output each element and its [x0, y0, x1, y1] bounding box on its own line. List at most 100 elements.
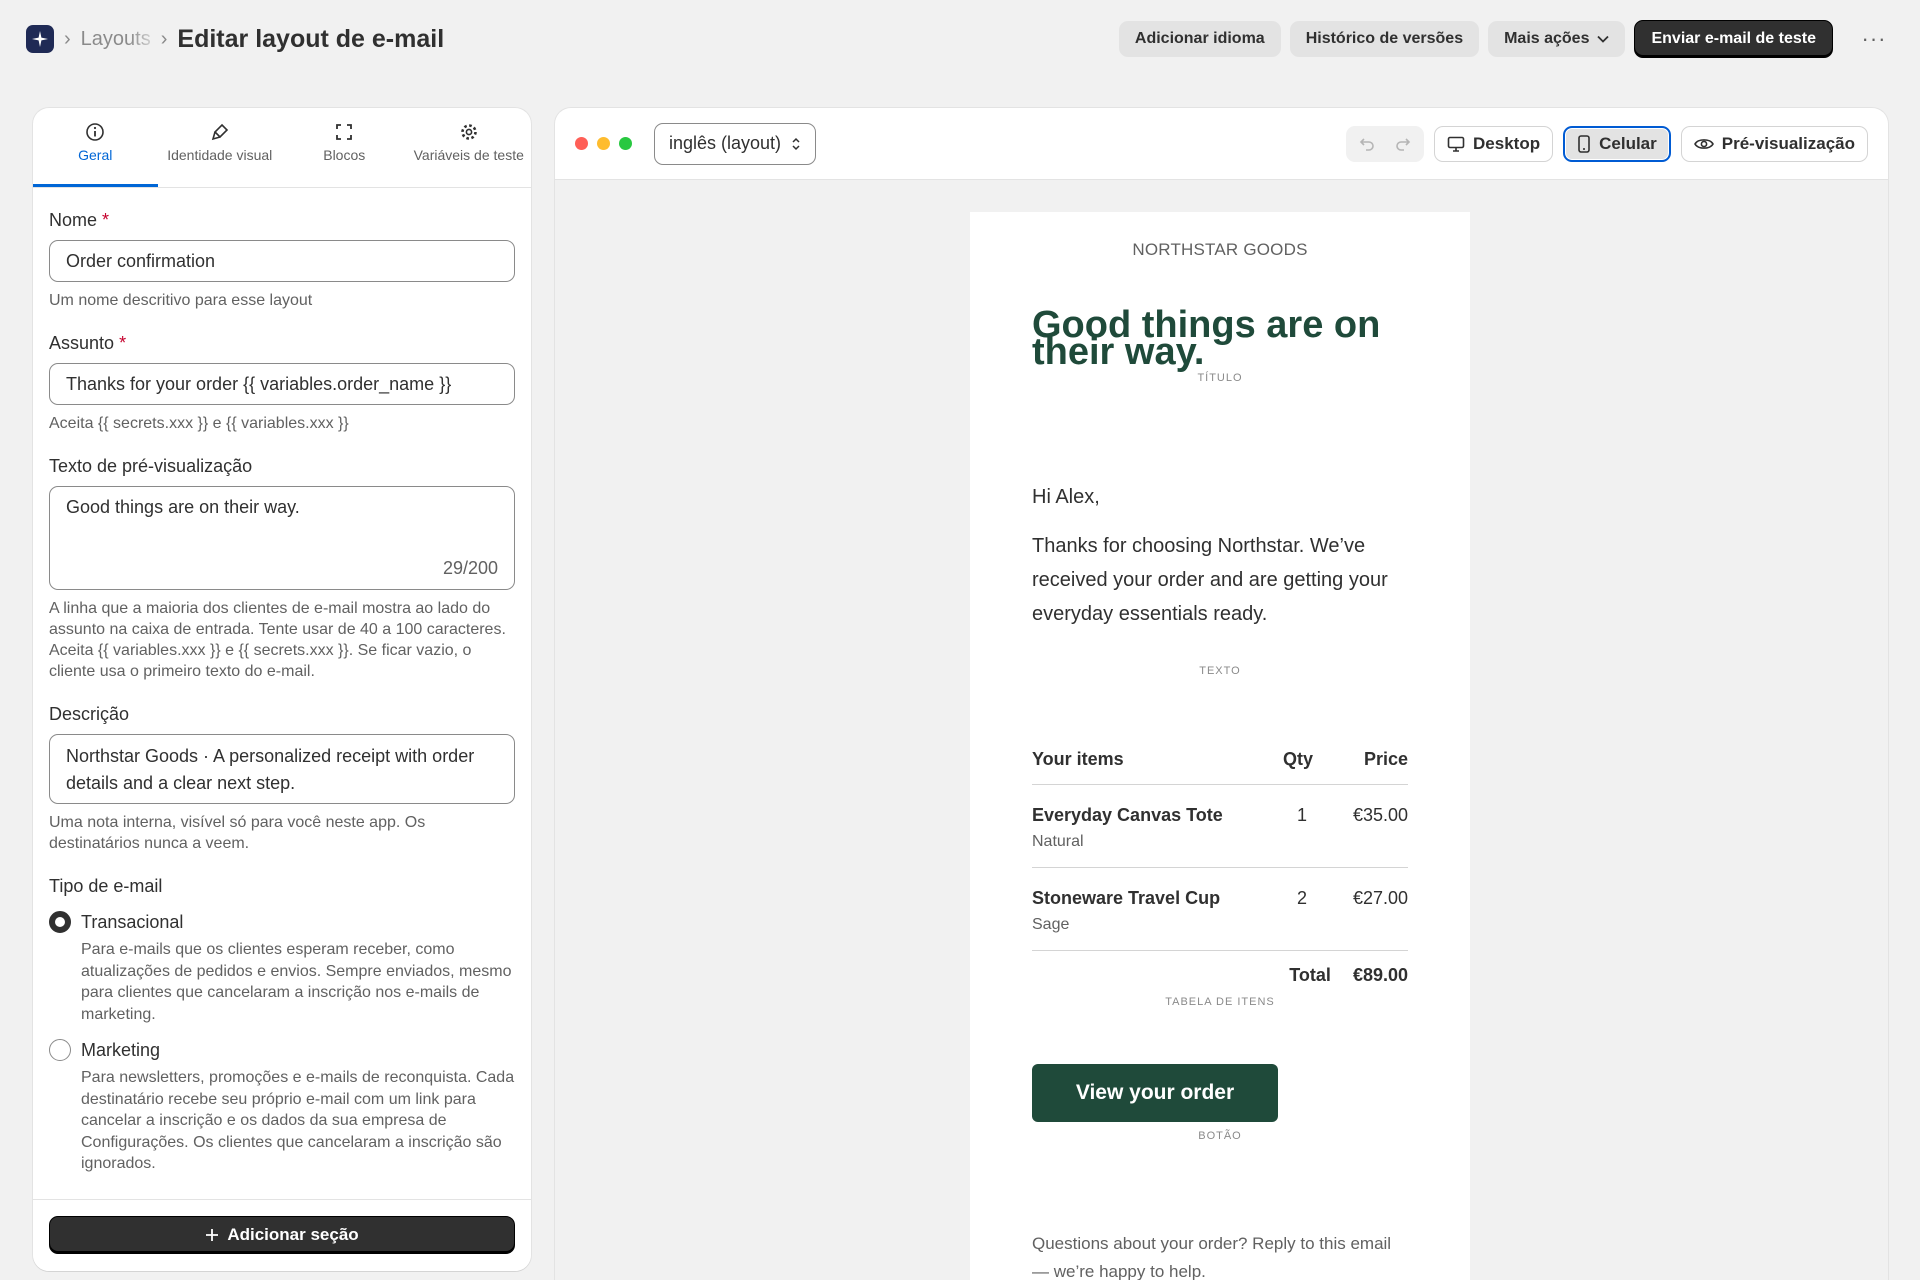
block-tag-text: TEXTO	[1199, 665, 1241, 677]
table-row: Everyday Canvas Tote Natural 1 €35.00	[1032, 785, 1408, 868]
view-controls: Desktop Celular Pré-visualização	[1346, 125, 1868, 162]
tab-general[interactable]: Geral	[33, 108, 158, 187]
item-cell: Stoneware Travel Cup Sage	[1032, 888, 1253, 934]
plus-icon	[206, 1229, 219, 1241]
subject-input[interactable]: Thanks for your order {{ variables.order…	[49, 363, 515, 405]
add-section-label: Adicionar seção	[227, 1225, 359, 1244]
settings-tabs: Geral Identidade visual Blocos Variáveis…	[33, 108, 531, 188]
preview-toolbar: inglês (layout) Desktop Celular Pré-visu…	[555, 108, 1888, 180]
radio-transactional[interactable]: Transacional	[49, 911, 515, 933]
item-price: €27.00	[1352, 888, 1408, 908]
app-logo[interactable]	[26, 25, 54, 53]
view-order-button[interactable]: View your order	[1032, 1064, 1278, 1122]
preview-text-label: Texto de pré-visualização	[49, 456, 253, 476]
email-brand[interactable]: NORTHSTAR GOODS	[970, 240, 1470, 260]
tab-label: Blocos	[323, 147, 366, 163]
radio-label: Marketing	[81, 1039, 161, 1060]
add-language-button[interactable]: Adicionar idioma	[1118, 21, 1281, 57]
desktop-label: Desktop	[1473, 133, 1541, 153]
preview-text-value: Good things are on their way.	[66, 497, 300, 517]
radio-button-selected[interactable]	[49, 911, 71, 933]
subject-label: Assunto *	[49, 333, 127, 353]
panel-footer: Adicionar seção	[33, 1199, 531, 1271]
required-marker: *	[119, 333, 127, 353]
chevron-right-icon: ›	[64, 27, 71, 50]
gear-icon	[460, 124, 477, 140]
tab-label: Identidade visual	[167, 147, 273, 163]
header-qty: Qty	[1282, 749, 1313, 769]
overflow-menu-icon[interactable]: ···	[1854, 21, 1894, 57]
preview-panel: inglês (layout) Desktop Celular Pré-visu…	[555, 108, 1888, 1280]
preview-button[interactable]: Pré-visualização	[1680, 125, 1868, 162]
email-canvas: NORTHSTAR GOODS Good things are on their…	[555, 180, 1888, 1280]
table-row: Stoneware Travel Cup Sage 2 €27.00	[1032, 868, 1408, 951]
desktop-view-button[interactable]: Desktop	[1434, 125, 1554, 162]
mobile-label: Celular	[1599, 133, 1657, 153]
more-actions-label: Mais ações	[1504, 30, 1590, 47]
description-label: Descrição	[49, 704, 130, 724]
chevron-down-icon	[1597, 35, 1610, 43]
total-row: Total €89.00	[1032, 951, 1408, 986]
preview-text-input[interactable]: Good things are on their way. 29/200	[49, 486, 515, 590]
mobile-view-button[interactable]: Celular	[1563, 125, 1671, 162]
description-help: Uma nota interna, visível só para você n…	[49, 814, 426, 852]
paint-brush-icon	[211, 123, 228, 141]
redo-icon[interactable]	[1386, 129, 1420, 159]
item-qty: 2	[1296, 888, 1307, 908]
preview-text-help: A linha que a maioria dos clientes de e-…	[49, 600, 506, 680]
page-title: Editar layout de e-mail	[177, 24, 445, 53]
info-icon	[86, 123, 105, 141]
language-select[interactable]: inglês (layout)	[654, 122, 817, 165]
general-form: Nome * Order confirmation Um nome descri…	[33, 210, 531, 1175]
tab-label: Variáveis de teste	[413, 147, 524, 163]
total-value: €89.00	[1352, 965, 1408, 985]
item-price: €35.00	[1352, 805, 1408, 825]
email-title-block[interactable]: Good things are on their way.	[1032, 306, 1408, 371]
select-arrows-icon	[792, 137, 800, 150]
chevron-right-icon: ›	[160, 27, 168, 50]
undo-icon[interactable]	[1350, 129, 1384, 159]
tab-blocks[interactable]: Blocos	[282, 108, 407, 187]
version-history-button[interactable]: Histórico de versões	[1289, 21, 1480, 57]
radio-label: Transacional	[81, 911, 184, 932]
subject-help: Aceita {{ secrets.xxx }} e {{ variables.…	[49, 415, 349, 432]
more-actions-button[interactable]: Mais ações	[1488, 21, 1626, 57]
email-preview: NORTHSTAR GOODS Good things are on their…	[970, 212, 1470, 1280]
send-test-email-button[interactable]: Enviar e-mail de teste	[1634, 20, 1833, 58]
tab-branding[interactable]: Identidade visual	[158, 108, 283, 187]
email-footer[interactable]: Questions about your order? Reply to thi…	[1032, 1230, 1408, 1280]
add-section-button[interactable]: Adicionar seção	[49, 1216, 515, 1254]
block-tag-items: TABELA DE ITENS	[1165, 996, 1275, 1008]
required-marker: *	[102, 210, 110, 230]
item-cell: Everyday Canvas Tote Natural	[1032, 805, 1253, 851]
top-bar: › Layouts › Editar layout de e-mail Adic…	[0, 0, 1920, 78]
tab-test-variables[interactable]: Variáveis de teste	[407, 108, 532, 187]
block-tag-title: TÍTULO	[1197, 372, 1243, 384]
email-greeting[interactable]: Hi Alex,	[1032, 486, 1408, 509]
language-value: inglês (layout)	[669, 133, 782, 153]
name-help: Um nome descritivo para esse layout	[49, 292, 313, 309]
email-body-text[interactable]: Thanks for choosing Northstar. We’ve rec…	[1032, 529, 1408, 631]
sparkle-icon	[32, 31, 48, 47]
frame-icon	[336, 124, 353, 140]
mobile-icon	[1578, 134, 1590, 153]
item-variant: Natural	[1032, 833, 1084, 850]
breadcrumb-layouts[interactable]: Layouts	[81, 28, 151, 51]
maximize-dot-icon	[619, 137, 632, 150]
header-actions: Adicionar idioma Histórico de versões Ma…	[1118, 20, 1894, 58]
description-input[interactable]: Northstar Goods · A personalized receipt…	[49, 734, 515, 804]
minimize-dot-icon	[597, 137, 610, 150]
radio-marketing[interactable]: Marketing	[49, 1039, 515, 1061]
item-name: Everyday Canvas Tote	[1032, 805, 1223, 825]
item-variant: Sage	[1032, 916, 1070, 933]
email-type-label: Tipo de e-mail	[49, 876, 163, 896]
preview-label: Pré-visualização	[1721, 133, 1855, 153]
eye-icon	[1693, 138, 1714, 149]
radio-button[interactable]	[49, 1039, 71, 1061]
header-items: Your items	[1032, 749, 1124, 769]
items-table[interactable]: Your items Qty Price Everyday Canvas Tot…	[1032, 749, 1408, 986]
monitor-icon	[1447, 136, 1465, 152]
character-counter: 29/200	[442, 558, 498, 578]
name-input[interactable]: Order confirmation	[49, 240, 515, 282]
name-label: Nome *	[49, 210, 110, 230]
